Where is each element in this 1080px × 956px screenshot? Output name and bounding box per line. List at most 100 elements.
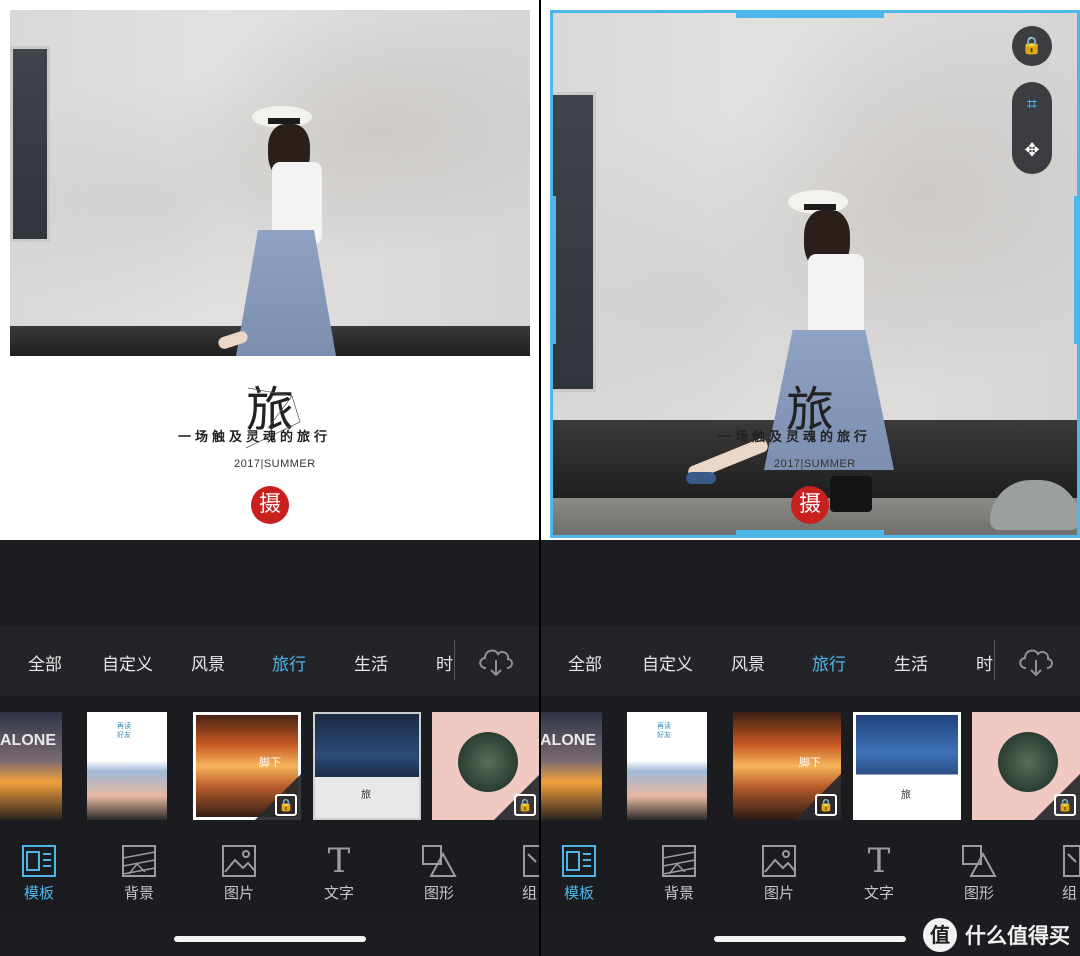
selection-handle-bottom[interactable] [736, 530, 884, 538]
template-year[interactable]: 2017|SUMMER [774, 458, 856, 470]
tool-group-label: 组 [522, 884, 538, 902]
text-icon: T [867, 841, 891, 881]
design-canvas[interactable]: 旅 一场触及灵魂的旅行 2017|SUMMER 摄 [0, 0, 540, 540]
template-thumbnails: ALONE 再读好友 脚下 🔒 旅 🔒 [0, 696, 540, 836]
home-indicator[interactable] [174, 936, 366, 942]
tab-travel[interactable]: 旅行 [812, 650, 846, 675]
transform-tools: ⌗ ✥ [1012, 82, 1052, 174]
girl-figure [210, 106, 340, 356]
tab-all[interactable]: 全部 [568, 650, 602, 675]
group-icon [523, 845, 540, 877]
tool-image[interactable]: 图片 [204, 844, 274, 903]
thumb-beach-text: 再读好友 [657, 722, 671, 739]
tool-background[interactable]: 背景 [104, 844, 174, 903]
tool-shape-label: 图形 [963, 884, 994, 902]
window-frame [10, 46, 50, 242]
thumb-alone-text: ALONE [0, 732, 56, 749]
cloud-download-icon[interactable] [476, 642, 516, 678]
selection-handle-top[interactable] [736, 10, 884, 18]
template-year[interactable]: 2017|SUMMER [234, 458, 316, 470]
thumbnail-pink[interactable]: 🔒 [972, 712, 1080, 820]
thumbnail-alone[interactable]: ALONE [0, 712, 62, 820]
tool-image-label: 图片 [763, 884, 794, 902]
design-canvas-selected[interactable]: 旅 一场触及灵魂的旅行 2017|SUMMER 摄 🔒 ⌗ ✥ [540, 0, 1080, 540]
tab-time[interactable]: 时 [976, 650, 993, 675]
tab-life[interactable]: 生活 [354, 650, 388, 675]
tool-template[interactable]: 模板 [544, 844, 614, 903]
tab-custom[interactable]: 自定义 [642, 650, 693, 675]
lock-layer-button[interactable]: 🔒 [1012, 26, 1052, 66]
thumbnail-pink[interactable]: 🔒 [432, 712, 540, 820]
category-tabs: 全部 自定义 风景 旅行 生活 时 [540, 626, 1080, 696]
template-stamp[interactable]: 摄 [791, 486, 829, 524]
crop-icon[interactable]: ⌗ [1012, 82, 1052, 128]
thumbnail-beach[interactable]: 再读好友 [627, 712, 707, 820]
tool-text[interactable]: T 文字 [304, 844, 374, 903]
tool-shape-label: 图形 [423, 884, 454, 902]
tool-template-label: 模板 [23, 884, 54, 902]
text-icon: T [327, 841, 351, 881]
window-frame [550, 92, 596, 392]
tool-group[interactable]: 组 [1044, 844, 1080, 903]
tab-custom[interactable]: 自定义 [102, 650, 153, 675]
tool-shape[interactable]: 图形 [944, 844, 1014, 903]
tool-text[interactable]: T 文字 [844, 844, 914, 903]
tool-image[interactable]: 图片 [744, 844, 814, 903]
template-icon [562, 845, 596, 877]
tab-divider [994, 640, 995, 680]
thumb-alone-text: ALONE [540, 732, 596, 749]
selection-handle-right[interactable] [1074, 196, 1080, 344]
tab-scenery[interactable]: 风景 [191, 650, 225, 675]
shape-icon [962, 845, 997, 877]
thumbnail-sea[interactable]: 旅 [313, 712, 421, 820]
tool-text-label: 文字 [863, 884, 894, 902]
thumb-sea-text: 旅 [361, 790, 371, 801]
tool-background-label: 背景 [663, 884, 694, 902]
lock-icon: 🔒 [1054, 794, 1076, 816]
thumbnail-alone[interactable]: ALONE [540, 712, 602, 820]
thumbnail-beach[interactable]: 再读好友 [87, 712, 167, 820]
tab-all[interactable]: 全部 [28, 650, 62, 675]
watermark-logo: 值 [923, 918, 957, 952]
lock-icon: 🔒 [815, 794, 837, 816]
editor-panel-right: 旅 一场触及灵魂的旅行 2017|SUMMER 摄 🔒 ⌗ ✥ 全部 自定义 风… [540, 0, 1080, 956]
tab-divider [454, 640, 455, 680]
tool-group[interactable]: 组 [504, 844, 540, 903]
thumbnail-desert[interactable]: 脚下 🔒 [733, 712, 841, 820]
image-icon [762, 845, 796, 877]
panel-divider [539, 0, 541, 956]
shoe [686, 472, 716, 484]
editor-panel-left: 旅 一场触及灵魂的旅行 2017|SUMMER 摄 全部 自定义 风景 旅行 生… [0, 0, 540, 956]
bottom-toolbar: 模板 背景 图片 T 文字 图形 组 [0, 836, 540, 916]
blue-skirt [236, 230, 336, 356]
template-subtitle[interactable]: 一场触及灵魂的旅行 [178, 426, 331, 445]
template-icon [22, 845, 56, 877]
tab-life[interactable]: 生活 [894, 650, 928, 675]
tool-group-label: 组 [1062, 884, 1078, 902]
cloud-download-icon[interactable] [1016, 642, 1056, 678]
lock-icon: 🔒 [514, 794, 536, 816]
template-subtitle[interactable]: 一场触及灵魂的旅行 [718, 426, 871, 445]
tool-shape[interactable]: 图形 [404, 844, 474, 903]
tool-text-label: 文字 [323, 884, 354, 902]
thumbnail-desert[interactable]: 脚下 🔒 [193, 712, 301, 820]
shape-icon [422, 845, 457, 877]
thumbnail-sea[interactable]: 旅 [853, 712, 961, 820]
template-thumbnails: ALONE 再读好友 脚下 🔒 旅 🔒 [540, 696, 1080, 836]
tool-background[interactable]: 背景 [644, 844, 714, 903]
home-indicator[interactable] [714, 936, 906, 942]
thumb-beach-text: 再读好友 [117, 722, 131, 739]
tab-scenery[interactable]: 风景 [731, 650, 765, 675]
tool-template[interactable]: 模板 [4, 844, 74, 903]
selection-handle-left[interactable] [550, 196, 556, 344]
template-stamp[interactable]: 摄 [251, 486, 289, 524]
thumb-desert-text: 脚下 [259, 756, 281, 769]
travel-photo[interactable] [10, 10, 530, 356]
lock-icon: 🔒 [275, 794, 297, 816]
tab-travel[interactable]: 旅行 [272, 650, 306, 675]
thumb-sea-text: 旅 [901, 790, 911, 801]
tool-template-label: 模板 [563, 884, 594, 902]
move-icon[interactable]: ✥ [1012, 128, 1052, 174]
tab-time[interactable]: 时 [436, 650, 453, 675]
bottom-toolbar: 模板 背景 图片 T 文字 图形 组 [540, 836, 1080, 916]
